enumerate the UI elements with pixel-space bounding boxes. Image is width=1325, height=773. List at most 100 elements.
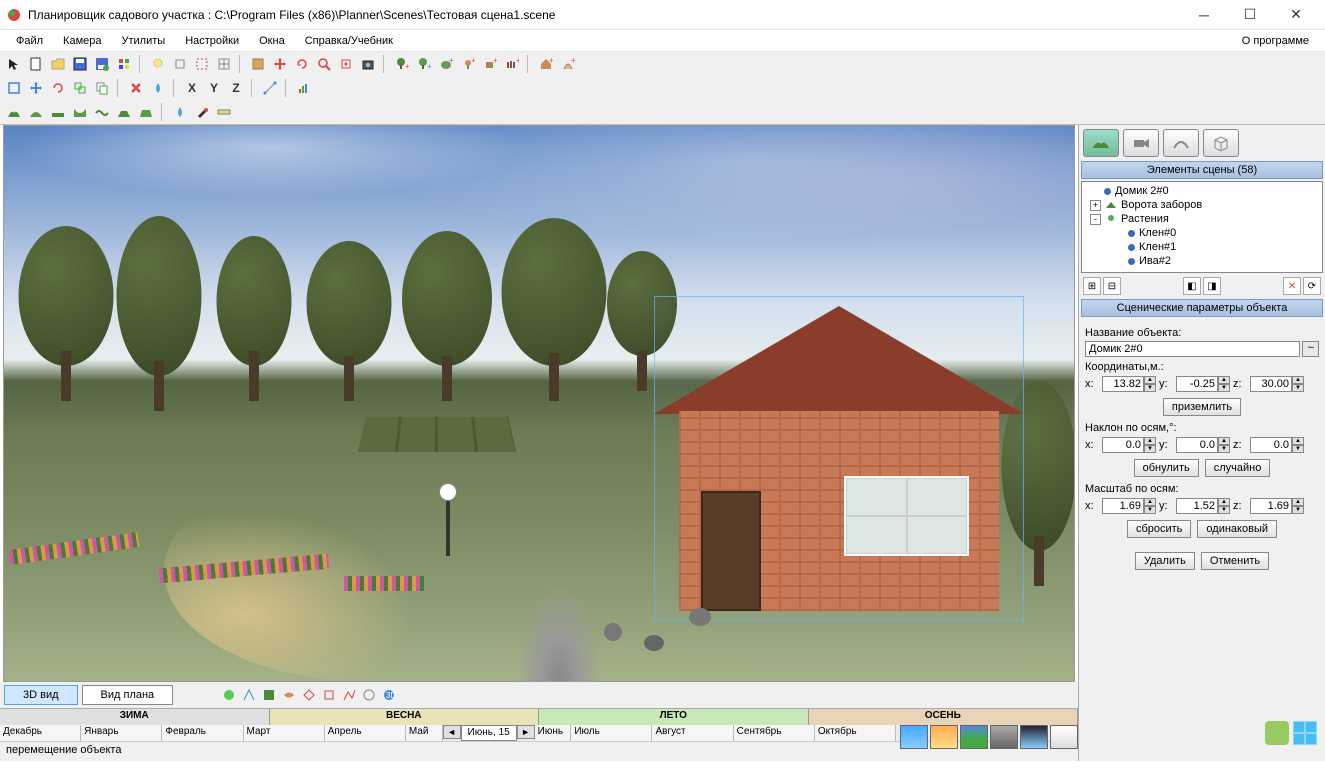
tool-delete[interactable] — [126, 78, 146, 98]
month-sep[interactable]: Август — [652, 725, 733, 741]
tool-grid[interactable] — [214, 54, 234, 74]
window-minimize-button[interactable]: ─ — [1181, 0, 1227, 30]
axis-x[interactable]: X — [182, 78, 202, 98]
object-name-input[interactable] — [1085, 341, 1300, 357]
terrain-hill2[interactable] — [26, 102, 46, 122]
house-object-selected[interactable] — [664, 326, 1014, 616]
rock[interactable] — [604, 623, 622, 641]
menu-help[interactable]: Справка/Учебник — [295, 32, 403, 50]
current-date[interactable]: Июнь, 15 — [461, 725, 517, 741]
sky-thumb-6[interactable] — [1050, 725, 1078, 749]
tilt-reset-button[interactable]: обнулить — [1134, 459, 1199, 477]
sky-thumb-1[interactable] — [900, 725, 928, 749]
view-tool-2[interactable] — [241, 687, 257, 703]
scale-reset-button[interactable]: сбросить — [1127, 520, 1191, 538]
scene-tree[interactable]: Домик 2#0 +Ворота заборов -Растения Клен… — [1081, 181, 1323, 273]
tree-item-gates[interactable]: +Ворота заборов — [1084, 198, 1320, 212]
view-tool-6[interactable] — [321, 687, 337, 703]
tool-move[interactable] — [270, 54, 290, 74]
axis-y[interactable]: Y — [204, 78, 224, 98]
tool-settings[interactable] — [114, 54, 134, 74]
tree-item-willow2[interactable]: Ива#2 — [1084, 254, 1320, 268]
tree-tool-4[interactable]: ◨ — [1203, 277, 1221, 295]
sky-thumb-3[interactable] — [960, 725, 988, 749]
coord-z-up[interactable]: ▲ — [1292, 376, 1304, 384]
tool-picker[interactable] — [192, 102, 212, 122]
terrain-flat[interactable] — [48, 102, 68, 122]
scale-x-input[interactable] — [1102, 498, 1144, 514]
cancel-button[interactable]: Отменить — [1201, 552, 1269, 570]
flowerbed[interactable] — [9, 532, 140, 565]
delete-button[interactable]: Удалить — [1135, 552, 1195, 570]
tool-screenshot[interactable] — [358, 54, 378, 74]
tool-save[interactable] — [70, 54, 90, 74]
menu-windows[interactable]: Окна — [249, 32, 295, 50]
terrain-level[interactable] — [114, 102, 134, 122]
tree-object[interactable] — [16, 221, 116, 401]
lamp-object[interactable] — [439, 483, 457, 556]
coord-z-down[interactable]: ▼ — [1292, 384, 1304, 392]
month-oct[interactable]: Сентябрь — [734, 725, 815, 741]
tilt-x-input[interactable] — [1102, 437, 1144, 453]
tool-add-house[interactable]: + — [536, 54, 556, 74]
menu-settings[interactable]: Настройки — [175, 32, 249, 50]
tool-target[interactable] — [336, 54, 356, 74]
panel-tab-path[interactable] — [1163, 129, 1199, 157]
tree-object[interactable] — [399, 231, 494, 401]
scale-z-input[interactable] — [1250, 498, 1292, 514]
scale-same-button[interactable]: одинаковый — [1197, 520, 1277, 538]
menu-utilities[interactable]: Утилиты — [112, 32, 176, 50]
tool-add-object[interactable]: + — [480, 54, 500, 74]
garden-beds[interactable] — [358, 417, 516, 452]
name-menu-button[interactable]: ~ — [1302, 341, 1319, 357]
tree-tool-6[interactable]: ⟳ — [1303, 277, 1321, 295]
coord-z-input[interactable] — [1250, 376, 1292, 392]
month-dec[interactable]: Декабрь — [0, 725, 81, 741]
tree-tool-3[interactable]: ◧ — [1183, 277, 1201, 295]
coord-y-down[interactable]: ▼ — [1218, 384, 1230, 392]
terrain-smooth[interactable] — [92, 102, 112, 122]
view-tool-3[interactable] — [261, 687, 277, 703]
view-tool-1[interactable] — [221, 687, 237, 703]
axis-z[interactable]: Z — [226, 78, 246, 98]
tree-item-house[interactable]: Домик 2#0 — [1084, 184, 1320, 198]
tool-new[interactable] — [26, 54, 46, 74]
tree-object[interactable] — [499, 216, 609, 401]
tool-add-fence[interactable]: + — [502, 54, 522, 74]
date-prev[interactable]: ◄ — [443, 725, 461, 739]
view-tool-5[interactable] — [301, 687, 317, 703]
cobble-path[interactable] — [464, 521, 654, 681]
tool-open[interactable] — [48, 54, 68, 74]
season-summer[interactable]: ЛЕТО — [539, 709, 809, 725]
date-next[interactable]: ► — [517, 725, 535, 739]
panel-tab-scene[interactable] — [1083, 129, 1119, 157]
tree-tool-1[interactable]: ⊞ — [1083, 277, 1101, 295]
window-maximize-button[interactable]: ☐ — [1227, 0, 1273, 30]
tool-measure[interactable] — [260, 78, 280, 98]
tree-tool-5[interactable]: ✕ — [1283, 277, 1301, 295]
window-close-button[interactable]: ✕ — [1273, 0, 1319, 30]
tool-select-bbox[interactable] — [4, 78, 24, 98]
season-fall[interactable]: ОСЕНЬ — [809, 709, 1079, 725]
month-nov[interactable]: Октябрь — [815, 725, 896, 741]
view-tool-7[interactable] — [341, 687, 357, 703]
view-tool-8[interactable] — [361, 687, 377, 703]
tree-object[interactable] — [114, 211, 204, 411]
panel-tab-box[interactable] — [1203, 129, 1239, 157]
3d-viewport[interactable] — [3, 125, 1075, 682]
tool-fullscreen[interactable] — [248, 54, 268, 74]
sky-thumb-5[interactable] — [1020, 725, 1048, 749]
tab-3d-view[interactable]: 3D вид — [4, 685, 78, 705]
terrain-hill1[interactable] — [4, 102, 24, 122]
tool-zoom[interactable] — [314, 54, 334, 74]
sky-thumb-4[interactable] — [990, 725, 1018, 749]
tool-toggle1[interactable] — [170, 54, 190, 74]
tool-add-tree2[interactable]: + — [414, 54, 434, 74]
menu-about[interactable]: О программе — [1232, 32, 1319, 50]
tool-select-arrow[interactable] — [4, 54, 24, 74]
ground-button[interactable]: приземлить — [1163, 398, 1241, 416]
tool-water[interactable] — [148, 78, 168, 98]
tool-copy[interactable] — [92, 78, 112, 98]
tool-add-tree1[interactable]: + — [392, 54, 412, 74]
tree-object[interactable] — [214, 231, 294, 401]
